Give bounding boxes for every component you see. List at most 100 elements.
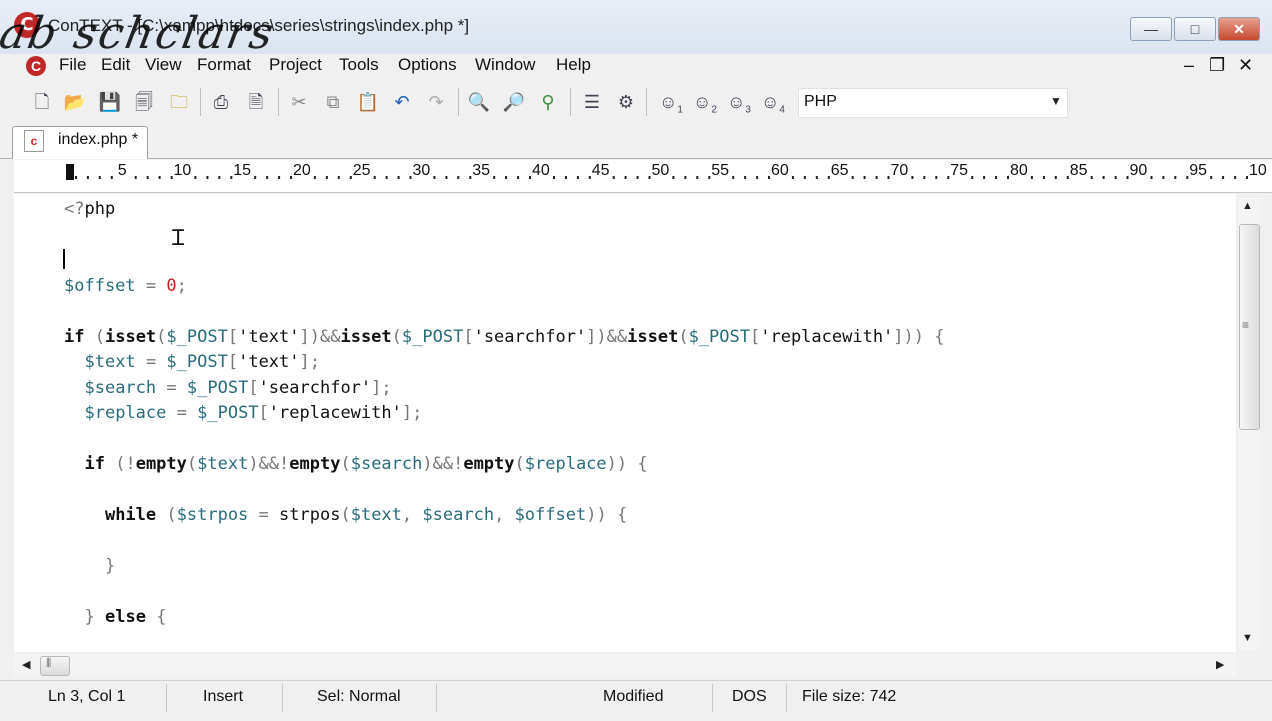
settings-icon[interactable]: ⚙ [614,90,638,114]
user-1-icon[interactable]: ☺1 [657,90,685,116]
save-all-icon[interactable]: 🗐 [132,90,156,114]
new-file-icon[interactable]: 🗋 [30,90,54,114]
ruler-tick [911,176,914,179]
mdi-minimize-button[interactable]: – [1184,55,1194,76]
ruler-tick [1246,176,1248,179]
copy-icon[interactable]: ⧉ [321,90,345,114]
print-icon[interactable]: ⎙ [209,90,233,114]
ruler-tick [995,176,998,179]
user-2-icon[interactable]: ☺2 [691,90,719,116]
ruler-tick [110,176,113,179]
code-line: while ($strpos = strpos($text, $search, … [104,505,628,525]
save-icon[interactable]: 💾 [98,90,122,114]
ruler-tick [98,176,101,179]
undo-icon[interactable]: ↶ [390,90,414,114]
ruler-number: 70 [890,162,909,179]
text-caret [63,249,65,269]
chevron-down-icon[interactable]: ▼ [1050,94,1062,108]
mdi-restore-button[interactable]: ❐ [1209,55,1225,76]
ruler-tick [529,176,531,179]
cut-icon[interactable]: ✂ [287,90,311,114]
ruler-tick [445,176,448,179]
redo-icon[interactable]: ↷ [424,90,448,114]
scroll-left-icon[interactable]: ◀ [22,658,30,671]
ruler-tick [266,176,269,179]
code-line: $text = $_POST['text']; [84,352,320,372]
ruler-tick [875,176,878,179]
horizontal-scroll-thumb[interactable] [40,656,70,676]
ruler-tick [218,176,221,179]
ruler-tick [1210,176,1213,179]
ruler-tick [385,176,388,179]
ruler-tick [373,176,376,179]
toolbar-separator [200,88,201,116]
menu-file[interactable]: File [59,55,86,75]
cursor-position: Ln 3, Col 1 [48,688,126,705]
mdi-close-button[interactable]: ✕ [1238,55,1253,76]
language-select[interactable] [798,88,1068,118]
properties-icon[interactable]: ☰ [580,90,604,114]
replace-icon[interactable]: ⚲ [536,90,560,114]
window-minimize-button[interactable]: — [1130,17,1172,41]
ruler-tick [1007,176,1009,179]
window-close-button[interactable]: ✕ [1218,17,1260,41]
status-separator [282,684,283,712]
paste-icon[interactable]: 📋 [356,90,380,114]
ruler-tick [254,176,257,179]
scroll-up-icon[interactable]: ▲ [1242,200,1253,212]
scroll-down-icon[interactable]: ▼ [1242,632,1253,644]
horizontal-scrollbar[interactable] [14,654,1236,676]
menu-bar [0,52,1272,80]
menu-options[interactable]: Options [398,55,457,75]
print-preview-icon[interactable]: 🗎 [244,90,268,114]
menu-help[interactable]: Help [556,55,591,75]
menu-tools[interactable]: Tools [339,55,379,75]
toolbar-separator [646,88,647,116]
user-4-icon[interactable]: ☺4 [759,90,787,116]
ruler-number: 90 [1129,162,1148,179]
ruler-tick [923,176,926,179]
grip-icon: ⦀ [46,656,52,670]
menu-edit[interactable]: Edit [101,55,130,75]
window-maximize-button[interactable]: □ [1174,17,1216,41]
scroll-right-icon[interactable]: ▶ [1216,658,1224,671]
menu-project[interactable]: Project [269,55,322,75]
ruler-tick [409,176,412,179]
ruler-tick [397,176,400,179]
ruler-tick [325,176,328,179]
open-folder-icon[interactable]: 📂 [63,90,87,114]
menu-view[interactable]: View [145,55,182,75]
ruler-tick [433,176,436,179]
open-project-icon[interactable]: 🗀 [167,90,191,114]
user-3-icon[interactable]: ☺3 [725,90,753,116]
status-separator [166,684,167,712]
ibeam-cursor-icon: Ɪ [172,226,185,251]
ruler-tick [493,176,496,179]
ruler-number: 55 [711,162,730,179]
ruler-tick [696,176,699,179]
ruler-tick [612,176,615,179]
find-next-icon[interactable]: 🔎 [502,90,526,114]
ruler-tick [708,176,711,179]
ruler-number: 20 [293,162,311,179]
ruler-tick [1066,176,1069,179]
ruler-tick [791,176,794,179]
ruler-number: 50 [651,162,670,179]
document-menu-icon[interactable]: C [26,56,46,76]
ruler-tick [648,176,651,179]
ruler-tick [206,176,209,179]
ruler-tick [1150,176,1153,179]
modified-indicator: Modified [603,688,664,705]
code-content[interactable]: <?php $offset = 0; if (isset($_POST['tex… [64,197,945,631]
menu-format[interactable]: Format [197,55,251,75]
toolbar-separator [458,88,459,116]
ruler-number: 15 [233,162,252,179]
menu-window[interactable]: Window [475,55,535,75]
code-line: $search = $_POST['searchfor']; [84,377,392,398]
ruler-tick [457,176,460,179]
find-icon[interactable]: 🔍 [467,90,491,114]
ruler-tick [553,176,555,179]
code-line: } else { [84,607,167,627]
